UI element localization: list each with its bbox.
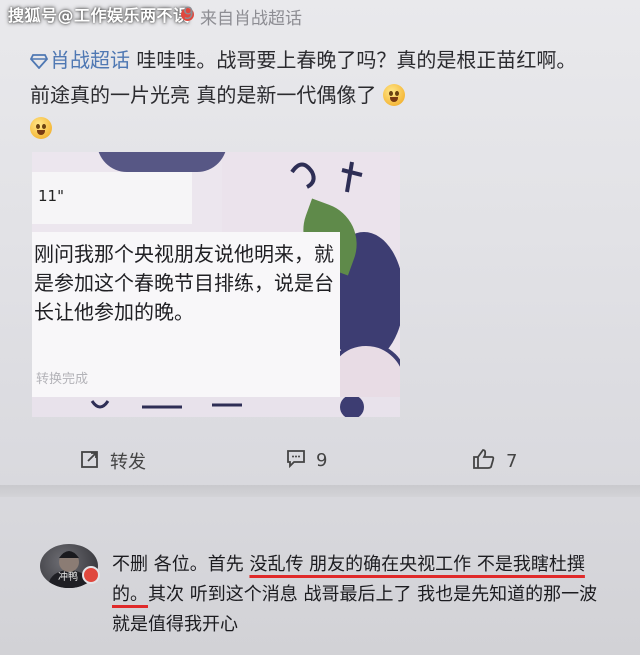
image-bottom	[32, 395, 400, 419]
message-text: 刚问我那个央视朋友说他明来，就是参加这个春晚节目排练，说是台长让他参加的晚。	[34, 242, 334, 324]
convert-note: 转换完成	[36, 372, 89, 387]
emoji-icon	[382, 84, 405, 106]
post-source: 来自肖战超话	[200, 9, 302, 29]
action-bar: 转发 9 7	[0, 444, 640, 476]
reply-part-1: 不删 各位。首先	[112, 554, 250, 575]
like-count: 7	[506, 451, 518, 472]
like-icon	[472, 448, 496, 475]
topic-link[interactable]: 肖战超话	[50, 48, 130, 72]
comment-count: 9	[316, 450, 328, 471]
gem-icon	[29, 46, 49, 79]
reply-part-3: 其次 听到这个消息 战哥最后上了 我也是先知道的那一波 就是值得我开心	[112, 584, 598, 635]
voice-duration: 11"	[38, 187, 64, 205]
avatar-label: 冲鸭	[58, 572, 78, 583]
weibo-post-screen: 搜狐号@工作娱乐两不误 9 来自肖战超话 肖战超话 哇哇哇。战哥要上春晚了吗？真…	[0, 0, 640, 655]
divider	[0, 485, 640, 497]
header-number: 9	[183, 4, 194, 24]
reply-text: 不删 各位。首先 没乱传 朋友的确在央视工作 不是我瞎杜撰的。其次 听到这个消息…	[112, 550, 602, 640]
repost-button[interactable]: 转发	[80, 448, 146, 474]
like-button[interactable]: 7	[472, 448, 517, 475]
repost-icon	[80, 449, 100, 474]
watermark: 搜狐号@工作娱乐两不误	[8, 6, 190, 25]
comment-button[interactable]: 9	[286, 448, 327, 473]
verified-badge-icon	[82, 566, 100, 584]
post-body: 肖战超话 哇哇哇。战哥要上春晚了吗？真的是根正苗红啊。前途真的一片光亮 真的是新…	[29, 44, 590, 145]
emoji-icon	[30, 117, 52, 139]
repost-label: 转发	[110, 452, 146, 473]
comment-icon	[286, 448, 306, 473]
